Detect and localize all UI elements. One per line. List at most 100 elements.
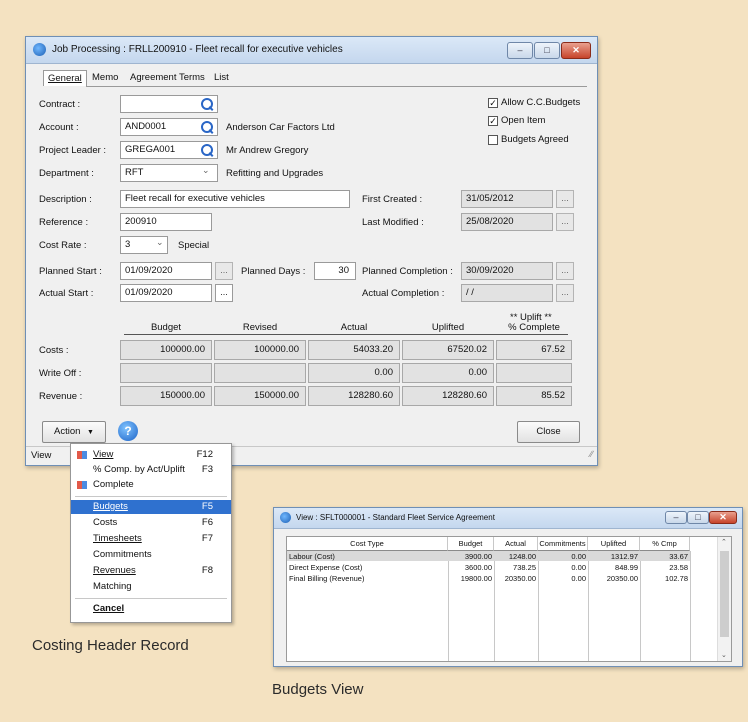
menu-item-matching[interactable]: Matching bbox=[71, 580, 231, 594]
menu-item-revenues[interactable]: Revenues F8 bbox=[71, 564, 231, 578]
close-window-button[interactable]: ✕ bbox=[561, 42, 591, 59]
row-percent-complete: 33.67 bbox=[669, 552, 688, 561]
menu-item-label: Costs bbox=[93, 517, 118, 528]
budgets-agreed-label: Budgets Agreed bbox=[501, 134, 569, 145]
grid-header-uplifted[interactable]: Uplifted bbox=[588, 537, 640, 551]
write-off-revised bbox=[214, 363, 306, 383]
tab-list[interactable]: List bbox=[210, 70, 233, 85]
menu-item-costs[interactable]: Costs F6 bbox=[71, 516, 231, 530]
budgets-close-button[interactable]: ✕ bbox=[709, 511, 737, 524]
costs-budget: 100000.00 bbox=[120, 340, 212, 360]
revenue-budget: 150000.00 bbox=[120, 386, 212, 406]
menu-item-commitments[interactable]: Commitments bbox=[71, 548, 231, 562]
row-budget: 19800.00 bbox=[460, 574, 492, 583]
menu-item-complete[interactable]: Complete bbox=[71, 478, 231, 492]
menu-item-shortcut: F7 bbox=[201, 533, 213, 544]
tab-divider bbox=[86, 86, 587, 87]
grid-header-cost-type[interactable]: Cost Type bbox=[287, 537, 448, 551]
tab-agreement-terms[interactable]: Agreement Terms bbox=[126, 70, 209, 85]
write-off-actual: 0.00 bbox=[308, 363, 400, 383]
planned-completion-ellipsis-button: ... bbox=[556, 262, 574, 280]
resize-grip-icon[interactable]: ∕∕ bbox=[590, 449, 593, 459]
menu-item-label: Budgets bbox=[93, 501, 128, 512]
last-modified-field: 25/08/2020 bbox=[461, 213, 553, 231]
vertical-scrollbar[interactable]: ⌃ ⌄ bbox=[717, 537, 731, 661]
department-name: Refitting and Upgrades bbox=[226, 168, 324, 179]
allow-cc-budgets-checkbox[interactable]: ✓ bbox=[488, 98, 498, 108]
column-header-uplifted: Uplifted bbox=[431, 322, 465, 333]
scrollbar-thumb[interactable] bbox=[720, 551, 729, 637]
description-field[interactable]: Fleet recall for executive vehicles bbox=[120, 190, 350, 208]
actual-start-ellipsis-button[interactable]: ... bbox=[215, 284, 233, 302]
menu-item-label: Revenues bbox=[93, 565, 136, 576]
menu-item-view[interactable]: View F12 bbox=[71, 448, 231, 462]
cost-rate-chevron-down-icon[interactable]: ⌄ bbox=[156, 237, 164, 248]
write-off-budget bbox=[120, 363, 212, 383]
menu-item-timesheets[interactable]: Timesheets F7 bbox=[71, 532, 231, 546]
maximize-button[interactable]: □ bbox=[534, 42, 560, 59]
app-icon bbox=[33, 43, 46, 56]
view-icon bbox=[77, 451, 87, 459]
menu-item-budgets[interactable]: Budgets F5 bbox=[71, 500, 231, 514]
column-header-actual: Actual bbox=[340, 322, 368, 333]
title-bar: Job Processing : FRLL200910 - Fleet reca… bbox=[26, 37, 597, 64]
planned-start-ellipsis-button: ... bbox=[215, 262, 233, 280]
allow-cc-budgets-label: Allow C.C.Budgets bbox=[501, 97, 581, 108]
revenue-revised: 150000.00 bbox=[214, 386, 306, 406]
grid-header-percent-complete[interactable]: % Cmp bbox=[640, 537, 690, 551]
close-button[interactable]: Close bbox=[517, 421, 580, 443]
budgets-maximize-button[interactable]: □ bbox=[687, 511, 709, 524]
planned-days-field[interactable]: 30 bbox=[314, 262, 356, 280]
row-commitments: 0.00 bbox=[571, 552, 586, 561]
menu-item-label: % Comp. by Act/Uplift bbox=[93, 464, 185, 475]
help-icon[interactable]: ? bbox=[118, 421, 138, 441]
menu-item-comp-by-act-uplift[interactable]: % Comp. by Act/Uplift F3 bbox=[71, 463, 231, 477]
menu-item-label: Complete bbox=[93, 479, 134, 490]
minimize-button[interactable]: – bbox=[507, 42, 533, 59]
grid-header-actual[interactable]: Actual bbox=[494, 537, 538, 551]
grid-header-commitments[interactable]: Commitments bbox=[538, 537, 588, 551]
row-commitments: 0.00 bbox=[571, 563, 586, 572]
row-percent-complete: 102.78 bbox=[665, 574, 688, 583]
tab-general[interactable]: General bbox=[43, 70, 87, 86]
action-button[interactable]: Action ▼ bbox=[42, 421, 106, 443]
action-menu: View F12 % Comp. by Act/Uplift F3 Comple… bbox=[70, 443, 232, 623]
scroll-down-icon[interactable]: ⌄ bbox=[721, 651, 727, 659]
contract-search-icon[interactable] bbox=[201, 98, 213, 110]
chevron-down-icon[interactable]: ⌄ bbox=[202, 165, 210, 176]
budgets-grid: Cost Type Budget Actual Commitments Upli… bbox=[286, 536, 732, 662]
account-label: Account : bbox=[39, 122, 79, 133]
tab-memo[interactable]: Memo bbox=[88, 70, 122, 85]
chevron-down-icon: ▼ bbox=[87, 429, 94, 436]
project-leader-search-icon[interactable] bbox=[201, 144, 213, 156]
first-created-field: 31/05/2012 bbox=[461, 190, 553, 208]
budgets-title-bar: View : SFLT000001 - Standard Fleet Servi… bbox=[274, 508, 742, 529]
menu-separator bbox=[75, 598, 227, 599]
open-item-checkbox[interactable]: ✓ bbox=[488, 116, 498, 126]
costs-percent-complete: 67.52 bbox=[496, 340, 572, 360]
row-cost-type[interactable]: Final Billing (Revenue) bbox=[289, 574, 364, 583]
budgets-agreed-checkbox[interactable] bbox=[488, 135, 498, 145]
reference-field[interactable]: 200910 bbox=[120, 213, 212, 231]
actual-start-field[interactable]: 01/09/2020 bbox=[120, 284, 212, 302]
menu-item-label: View bbox=[93, 449, 114, 460]
costs-revised: 100000.00 bbox=[214, 340, 306, 360]
account-search-icon[interactable] bbox=[201, 121, 213, 133]
menu-item-shortcut: F6 bbox=[201, 517, 213, 528]
costs-uplifted: 67520.02 bbox=[402, 340, 494, 360]
row-uplifted: 20350.00 bbox=[606, 574, 638, 583]
row-uplifted: 848.99 bbox=[615, 563, 638, 572]
planned-completion-label: Planned Completion : bbox=[362, 266, 453, 277]
planned-completion-field: 30/09/2020 bbox=[461, 262, 553, 280]
menu-item-cancel[interactable]: Cancel bbox=[71, 602, 231, 616]
row-cost-type[interactable]: Direct Expense (Cost) bbox=[289, 563, 362, 572]
menu-item-shortcut: F5 bbox=[201, 501, 213, 512]
grid-header-budget[interactable]: Budget bbox=[448, 537, 494, 551]
scroll-up-icon[interactable]: ⌃ bbox=[721, 538, 727, 546]
planned-start-field[interactable]: 01/09/2020 bbox=[120, 262, 212, 280]
costs-label: Costs : bbox=[39, 345, 69, 356]
app-icon bbox=[280, 512, 291, 523]
menu-item-shortcut: F12 bbox=[196, 449, 213, 460]
action-button-label: Action bbox=[54, 426, 81, 437]
budgets-minimize-button[interactable]: – bbox=[665, 511, 687, 524]
